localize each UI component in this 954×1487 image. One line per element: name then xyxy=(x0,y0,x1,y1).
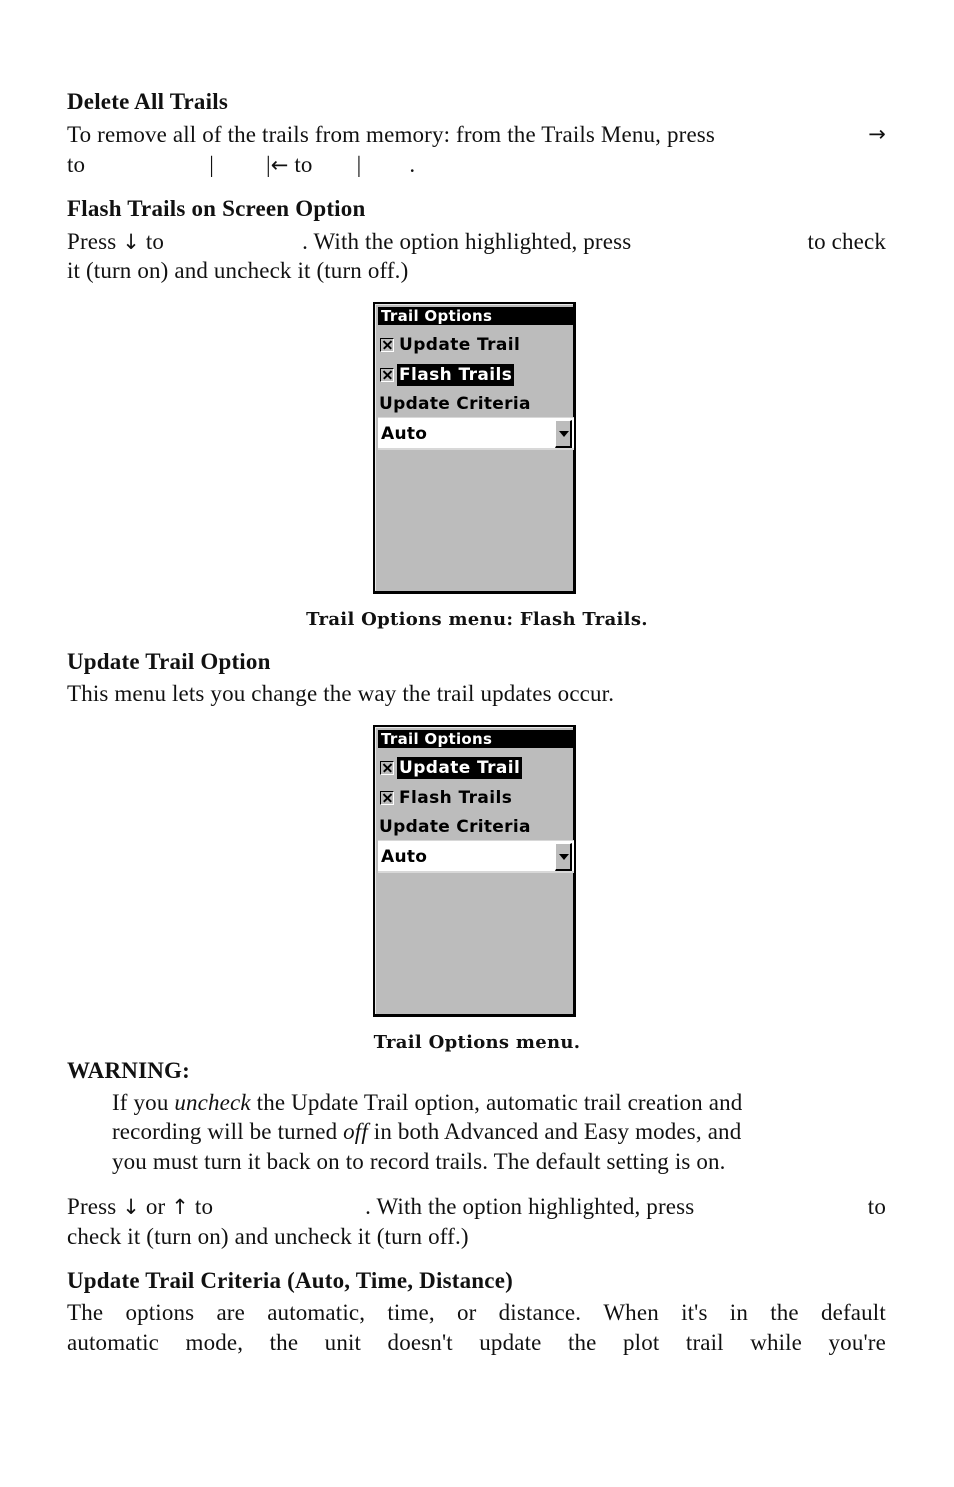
heading-delete-all-trails: Delete All Trails xyxy=(67,89,228,114)
update-criteria-label: Update Criteria xyxy=(379,817,531,837)
text-to: to xyxy=(294,152,313,177)
word: while xyxy=(750,1330,803,1355)
press-update-line-2: check it (turn on) and uncheck it (turn … xyxy=(67,1224,469,1249)
trail-options-screen-flash: Trail Options Update Trail Flash Trails … xyxy=(373,302,576,594)
screen-title: Trail Options xyxy=(378,730,576,748)
word: update xyxy=(479,1330,542,1355)
word: automatic, xyxy=(267,1300,366,1325)
delete-all-line-1: To remove all of the trails from memory:… xyxy=(67,122,886,148)
word: in xyxy=(729,1300,748,1325)
word: you're xyxy=(828,1330,886,1355)
warning-line-1: If you uncheck the Update Trail option, … xyxy=(112,1090,886,1116)
word: options xyxy=(125,1300,195,1325)
text-to-check: to check xyxy=(807,229,886,254)
text-or: or xyxy=(145,1194,166,1219)
word: mode, xyxy=(185,1330,244,1355)
word: or xyxy=(456,1300,477,1325)
trail-options-screen-update: Trail Options Update Trail Flash Trails … xyxy=(373,725,576,1017)
text-with-option: . With the option highlighted, press xyxy=(302,229,632,254)
menu-item-label: Update Trail xyxy=(399,335,521,355)
press-update-line-1: Press ↓ or ↑ to . With the option highlig… xyxy=(67,1194,886,1220)
dropdown-button[interactable] xyxy=(555,420,572,448)
criteria-line-2: automatic mode, the unit doesn't update the plo… xyxy=(67,1330,886,1356)
word: the xyxy=(567,1330,597,1355)
heading-flash-trails: Flash Trails on Screen Option xyxy=(67,196,366,221)
text-press: Press xyxy=(67,1194,117,1219)
dropdown-button[interactable] xyxy=(555,843,572,871)
warning-text: If you uncheck the Update Trail option, … xyxy=(112,1090,742,1116)
text-to: to xyxy=(145,229,165,254)
separator: | xyxy=(209,152,214,177)
text: recording will be turned xyxy=(112,1119,338,1144)
period: . xyxy=(409,152,416,177)
word: trail xyxy=(685,1330,724,1355)
update-criteria-dropdown[interactable]: Auto xyxy=(378,840,574,873)
menu-item-update-trail[interactable]: Update Trail xyxy=(380,334,522,356)
menu-item-label-highlighted: Flash Trails xyxy=(397,364,515,386)
chevron-down-icon xyxy=(559,431,569,437)
dropdown-value: Auto xyxy=(381,847,428,867)
warning-line-3: you must turn it back on to record trail… xyxy=(112,1149,726,1174)
text-to: to xyxy=(194,1194,214,1219)
left-arrow-icon: ← xyxy=(270,153,289,177)
heading-update-trail-criteria: Update Trail Criteria (Auto, Time, Dista… xyxy=(67,1268,513,1293)
separator: | xyxy=(356,152,362,177)
word: unit xyxy=(324,1330,362,1355)
menu-item-label: Flash Trails xyxy=(399,788,513,808)
update-criteria-dropdown[interactable]: Auto xyxy=(378,417,574,450)
right-arrow-icon: → xyxy=(868,122,886,146)
down-arrow-icon: ↓ xyxy=(122,230,140,254)
dropdown-value: Auto xyxy=(381,424,428,444)
menu-item-update-trail[interactable]: Update Trail xyxy=(380,757,523,779)
checkbox-checked-icon[interactable] xyxy=(380,761,394,775)
word: plot xyxy=(623,1330,660,1355)
figure-caption-trail-options: Trail Options menu. xyxy=(373,1032,581,1053)
delete-all-text: To remove all of the trails from memory:… xyxy=(67,122,716,147)
checkbox-checked-icon[interactable] xyxy=(380,368,394,382)
word: The xyxy=(67,1300,104,1325)
checkbox-checked-icon[interactable] xyxy=(380,338,394,352)
word: distance. xyxy=(498,1300,582,1325)
screen-title: Trail Options xyxy=(378,307,576,325)
word: doesn't xyxy=(387,1330,453,1355)
up-arrow-icon: ↑ xyxy=(171,1195,189,1219)
menu-item-flash-trails[interactable]: Flash Trails xyxy=(380,787,514,809)
update-criteria-label: Update Criteria xyxy=(379,394,531,414)
figure-caption-flash-trails: Trail Options menu: Flash Trails. xyxy=(306,609,648,630)
warning-line-2: recording will be turned off in both Adv… xyxy=(112,1119,886,1145)
word: are xyxy=(216,1300,245,1325)
warning-label-text: WARNING: xyxy=(67,1058,190,1083)
update-trail-line-1: This menu lets you change the way the tr… xyxy=(67,681,615,706)
text-with-option: . With the option highlighted, press xyxy=(365,1194,695,1219)
chevron-down-icon xyxy=(559,854,569,860)
emphasis-uncheck: uncheck xyxy=(174,1090,251,1115)
flash-trails-line-2: it (turn on) and uncheck it (turn off.) xyxy=(67,258,409,283)
text-to: to xyxy=(67,152,86,177)
down-arrow-icon: ↓ xyxy=(122,1195,140,1219)
emphasis-off: off xyxy=(343,1119,368,1144)
flash-trails-line-1: Press ↓ to . With the option highlighted,… xyxy=(67,229,886,255)
text-to: to xyxy=(867,1194,886,1219)
menu-item-flash-trails[interactable]: Flash Trails xyxy=(380,364,515,386)
text-press: Press xyxy=(67,229,117,254)
text: If you xyxy=(112,1090,169,1115)
word: When xyxy=(603,1300,659,1325)
warning-label: WARNING: xyxy=(67,1058,190,1084)
word: default xyxy=(820,1300,886,1325)
criteria-line-1: The options are automatic, time, or distance. W… xyxy=(67,1300,886,1326)
word: it's xyxy=(681,1300,708,1325)
heading-update-trail-option: Update Trail Option xyxy=(67,649,271,674)
word: the xyxy=(770,1300,799,1325)
word: time, xyxy=(387,1300,435,1325)
text: the Update Trail option, automatic trail… xyxy=(256,1090,743,1115)
word: the xyxy=(269,1330,299,1355)
word: automatic xyxy=(67,1330,160,1355)
delete-all-line-2: to | |← to |. xyxy=(67,152,415,178)
checkbox-checked-icon[interactable] xyxy=(380,791,394,805)
menu-item-label-highlighted: Update Trail xyxy=(397,757,523,779)
text: in both Advanced and Easy modes, and xyxy=(373,1119,742,1144)
